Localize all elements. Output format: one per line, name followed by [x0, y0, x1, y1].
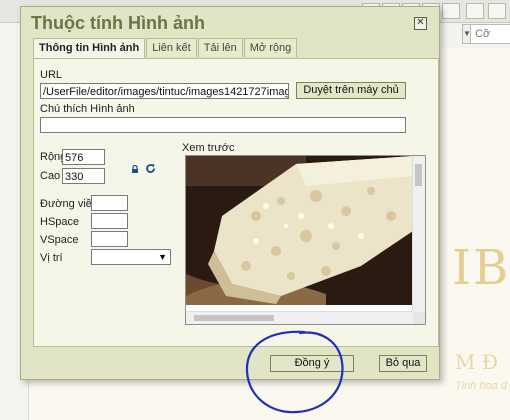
image-info-panel: URL /UserFile/editor/images/tintuc/image… — [33, 58, 439, 347]
close-icon[interactable]: ✕ — [414, 17, 427, 30]
tab-upload[interactable]: Tải lên — [197, 38, 243, 57]
background-logo-subtitle: M Đ — [455, 350, 498, 374]
hspace-label: HSpace — [40, 216, 80, 228]
toolbar-button[interactable] — [488, 3, 506, 19]
alt-text-input[interactable] — [40, 117, 406, 133]
font-size-combo[interactable]: Cỡ — [470, 24, 510, 44]
refresh-icon[interactable] — [145, 163, 156, 174]
url-label: URL — [40, 69, 63, 81]
background-logo: IB — [452, 240, 510, 296]
toolbar-button[interactable] — [466, 3, 484, 19]
scrollbar-thumb[interactable] — [194, 315, 274, 321]
width-input[interactable]: 576 — [62, 149, 105, 165]
border-input[interactable] — [91, 195, 128, 211]
height-label: Cao — [40, 170, 61, 182]
dialog-title: Thuộc tính Hình ảnh — [31, 13, 205, 33]
scrollbar-corner — [413, 312, 425, 324]
background-logo-tagline: Tinh hoa đ — [455, 380, 507, 392]
url-input[interactable]: /UserFile/editor/images/tintuc/images142… — [40, 83, 289, 99]
cancel-button[interactable]: Bỏ qua — [379, 355, 427, 372]
image-properties-dialog: Thuộc tính Hình ảnh ✕ Thông tin Hình ảnh… — [20, 6, 440, 380]
preview-horizontal-scrollbar[interactable] — [186, 311, 413, 324]
ok-button[interactable]: Đồng ý — [270, 355, 354, 372]
hspace-input[interactable] — [91, 213, 128, 229]
toolbar-button[interactable] — [442, 3, 460, 19]
dialog-tabs: Thông tin Hình ảnh Liên kết Tải lên Mở r… — [33, 38, 298, 59]
preview-area — [185, 155, 426, 325]
vspace-label: VSpace — [40, 234, 79, 246]
preview-vertical-scrollbar[interactable] — [412, 156, 425, 312]
lock-icon[interactable] — [131, 165, 139, 173]
preview-label: Xem trước — [182, 142, 235, 154]
border-label: Đường viền — [40, 198, 98, 210]
tab-link[interactable]: Liên kết — [146, 38, 197, 57]
height-input[interactable]: 330 — [62, 168, 105, 184]
tab-image-info[interactable]: Thông tin Hình ảnh — [33, 38, 146, 59]
tab-advanced[interactable]: Mở rộng — [243, 38, 298, 57]
scrollbar-thumb[interactable] — [415, 164, 422, 186]
vspace-input[interactable] — [91, 231, 128, 247]
preview-image — [186, 156, 413, 305]
chevron-down-icon: ▼ — [158, 252, 167, 262]
align-select[interactable]: ▼ — [91, 249, 171, 265]
alt-text-label: Chú thích Hình ảnh — [40, 103, 135, 115]
browse-server-button[interactable]: Duyệt trên máy chủ — [296, 82, 406, 99]
align-label: Vị trí — [40, 252, 63, 264]
